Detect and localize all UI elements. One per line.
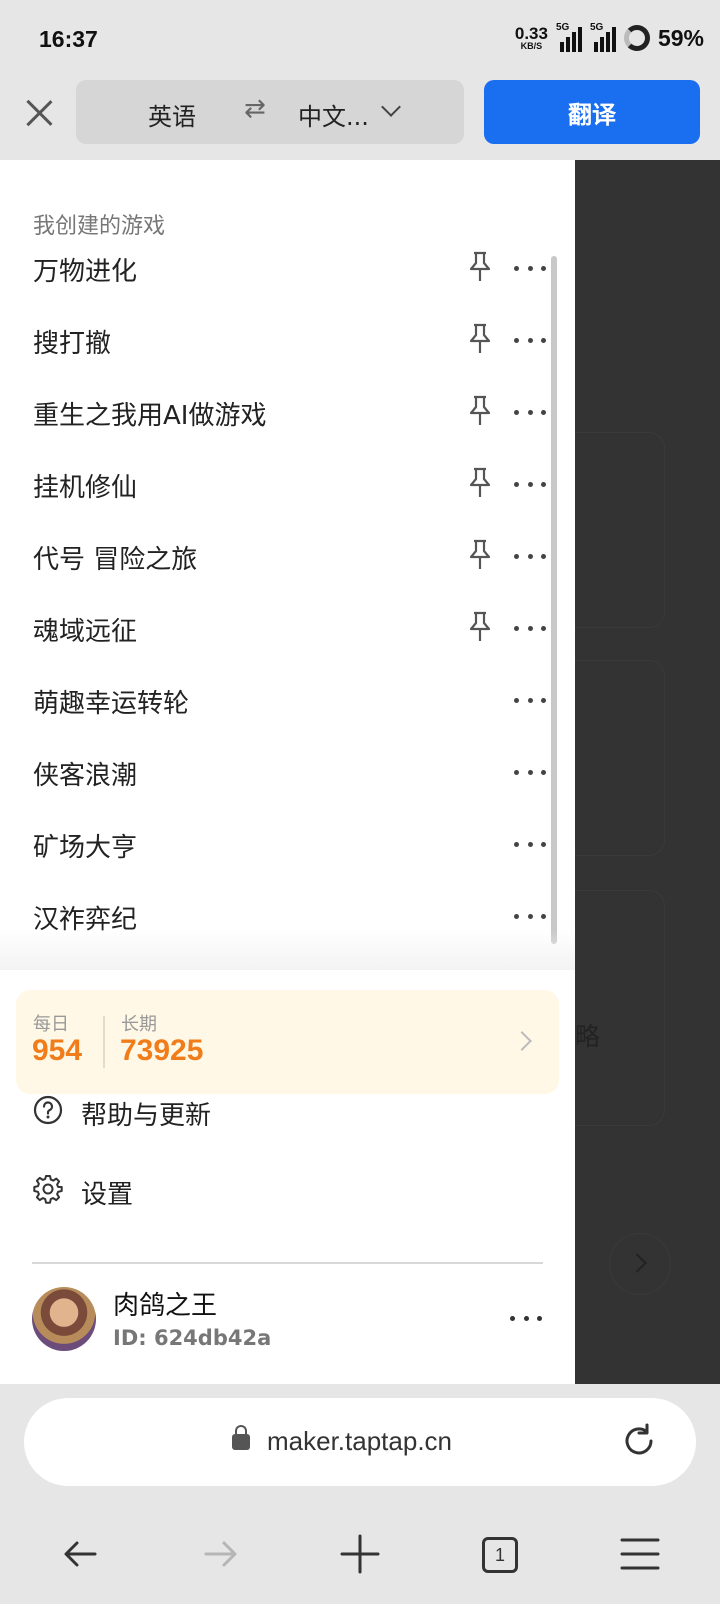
network-speed-unit: KB/S xyxy=(520,41,543,51)
chevron-down-icon[interactable] xyxy=(381,97,401,117)
points-divider xyxy=(103,1016,105,1068)
sim1-tag: 5G xyxy=(555,22,570,33)
game-name[interactable]: 重生之我用AI做游戏 xyxy=(33,395,266,432)
game-item[interactable]: 搜打撤 xyxy=(0,304,575,376)
status-time: 16:37 xyxy=(39,26,98,52)
back-arrow-icon[interactable] xyxy=(59,1532,103,1576)
menu-icon[interactable] xyxy=(618,1532,662,1576)
game-item[interactable]: 魂域远征 xyxy=(0,592,575,664)
pin-icon[interactable] xyxy=(466,322,494,356)
game-item[interactable]: 矿场大亨 xyxy=(0,808,575,880)
game-item[interactable]: 万物进化 xyxy=(0,232,575,304)
daily-points-value: 954 xyxy=(32,1034,83,1067)
pin-icon[interactable] xyxy=(466,466,494,500)
more-options-icon[interactable] xyxy=(514,540,546,572)
settings-menu-item[interactable]: 设置 xyxy=(0,1157,575,1227)
user-name[interactable]: 肉鸽之王 xyxy=(113,1285,217,1322)
game-item[interactable]: 重生之我用AI做游戏 xyxy=(0,376,575,448)
status-bar: 16:37 0.33 KB/S 5G 5G 59% xyxy=(0,0,720,78)
background-next-icon xyxy=(609,1233,671,1295)
sim2-tag: 5G xyxy=(589,22,604,33)
list-fade xyxy=(0,930,575,970)
background-card xyxy=(575,660,665,856)
help-icon xyxy=(33,1095,63,1125)
more-options-icon[interactable] xyxy=(514,396,546,428)
pin-icon[interactable] xyxy=(466,538,494,572)
more-options-icon[interactable] xyxy=(514,684,546,716)
long-term-points-label: 长期 xyxy=(121,1014,157,1035)
url-text[interactable]: maker.taptap.cn xyxy=(267,1426,452,1457)
pin-icon[interactable] xyxy=(466,250,494,284)
game-name[interactable]: 侠客浪潮 xyxy=(33,755,137,792)
game-name[interactable]: 魂域远征 xyxy=(33,611,137,648)
translate-bar: 英语 ⇄ 中文... 翻译 xyxy=(0,78,720,160)
tabs-icon[interactable]: 1 xyxy=(478,1532,522,1576)
signal-sim1-icon: 5G xyxy=(555,22,582,52)
background-card xyxy=(575,432,665,628)
network-speed: 0.33 KB/S xyxy=(515,25,548,51)
long-term-points-value: 73925 xyxy=(120,1034,204,1067)
lock-icon xyxy=(232,1425,250,1450)
battery-icon xyxy=(623,25,650,51)
background-page-overlay[interactable]: 略 xyxy=(575,160,720,1384)
chevron-right-icon[interactable] xyxy=(512,1031,532,1051)
game-item[interactable]: 挂机修仙 xyxy=(0,448,575,520)
background-card xyxy=(575,890,665,1126)
side-drawer: 我创建的游戏 万物进化 搜打撤 重生之我用AI做游戏 挂机修仙 代号 冒险之旅 xyxy=(0,160,575,1384)
user-id: ID: 624db42a xyxy=(113,1326,272,1350)
game-name[interactable]: 萌趣幸运转轮 xyxy=(33,683,189,720)
reload-icon[interactable] xyxy=(620,1422,658,1460)
more-options-icon[interactable] xyxy=(514,612,546,644)
swap-languages-icon[interactable]: ⇄ xyxy=(244,94,266,124)
game-name[interactable]: 矿场大亨 xyxy=(33,827,137,864)
pin-icon[interactable] xyxy=(466,394,494,428)
game-name[interactable]: 代号 冒险之旅 xyxy=(33,539,197,576)
game-name[interactable]: 万物进化 xyxy=(33,251,137,288)
daily-points-label: 每日 xyxy=(33,1014,69,1035)
more-options-icon[interactable] xyxy=(514,468,546,500)
game-item[interactable]: 侠客浪潮 xyxy=(0,736,575,808)
more-options-icon[interactable] xyxy=(514,828,546,860)
game-item[interactable]: 萌趣幸运转轮 xyxy=(0,664,575,736)
new-tab-plus-icon[interactable] xyxy=(338,1532,382,1576)
target-language[interactable]: 中文... xyxy=(298,97,369,132)
browser-nav-bar: 1 xyxy=(0,1504,720,1604)
divider xyxy=(32,1262,543,1264)
more-options-icon[interactable] xyxy=(514,756,546,788)
user-more-options-icon[interactable] xyxy=(510,1302,542,1334)
game-name[interactable]: 搜打撤 xyxy=(33,323,111,360)
close-icon[interactable] xyxy=(20,94,58,132)
game-name[interactable]: 挂机修仙 xyxy=(33,467,137,504)
background-text: 略 xyxy=(575,1022,601,1051)
settings-label[interactable]: 设置 xyxy=(81,1174,133,1211)
more-options-icon[interactable] xyxy=(514,324,546,356)
status-icons: 0.33 KB/S 5G 5G 59% xyxy=(515,22,704,52)
pin-icon[interactable] xyxy=(466,610,494,644)
avatar[interactable] xyxy=(32,1287,96,1351)
translate-button[interactable]: 翻译 xyxy=(484,80,700,144)
tab-count: 1 xyxy=(482,1537,518,1573)
more-options-icon[interactable] xyxy=(514,900,546,932)
forward-arrow-icon[interactable] xyxy=(198,1532,242,1576)
language-selector[interactable]: 英语 ⇄ 中文... xyxy=(76,80,464,144)
more-options-icon[interactable] xyxy=(514,252,546,284)
signal-sim2-icon: 5G xyxy=(589,22,616,52)
network-speed-value: 0.33 xyxy=(514,24,548,43)
scrollbar[interactable] xyxy=(551,256,557,944)
address-bar[interactable]: maker.taptap.cn xyxy=(24,1398,696,1486)
source-language[interactable]: 英语 xyxy=(148,97,196,132)
help-label[interactable]: 帮助与更新 xyxy=(81,1095,211,1132)
battery-percent: 59% xyxy=(657,24,704,51)
help-menu-item[interactable]: 帮助与更新 xyxy=(0,1078,575,1148)
game-list: 万物进化 搜打撤 重生之我用AI做游戏 挂机修仙 代号 冒险之旅 魂域远征 萌趣… xyxy=(0,232,575,952)
gear-icon xyxy=(33,1175,63,1204)
game-item[interactable]: 代号 冒险之旅 xyxy=(0,520,575,592)
